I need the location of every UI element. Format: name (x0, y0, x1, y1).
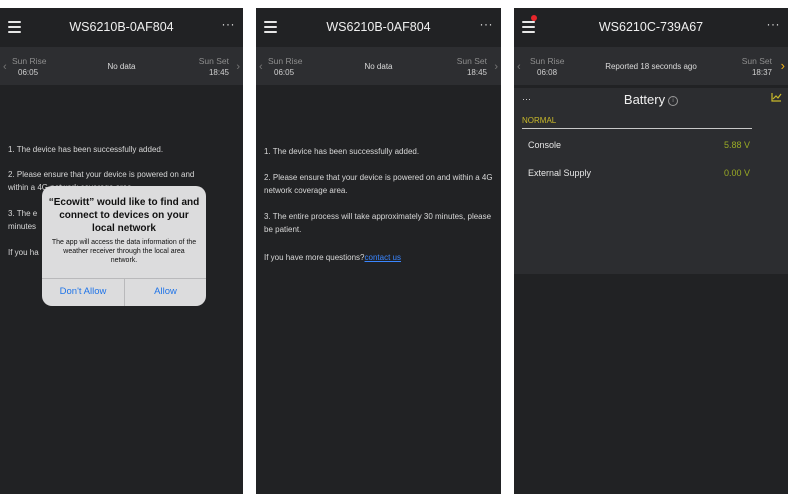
dont-allow-button[interactable]: Don't Allow (42, 279, 124, 306)
battery-row-external-supply: External Supply 0.00 V (528, 168, 768, 178)
message-2: 2. Please ensure that your device is pow… (264, 173, 493, 195)
device-title: WS6210B-0AF804 (326, 20, 431, 34)
battery-row-label: Console (528, 140, 562, 150)
info-icon[interactable]: i (668, 95, 679, 106)
message-1: 1. The device has been successfully adde… (264, 147, 420, 156)
sunset-label: Sun Set (741, 56, 772, 66)
local-network-permission-alert: “Ecowitt” would like to find and connect… (42, 186, 206, 306)
sunset-time: 18:37 (751, 68, 772, 77)
message-4: If you have more questions?contact us (264, 251, 493, 264)
message-2-line-1: 2. Please ensure that your device is pow… (8, 170, 195, 179)
sun-bar: ‹ Sun Rise 06:05 No data Sun Set 18:45 › (0, 47, 243, 85)
sunset-label: Sun Set (456, 56, 487, 66)
top-bar: WS6210B-0AF804 ··· (256, 8, 501, 46)
battery-title-text: Battery (623, 92, 666, 107)
chevron-right-icon[interactable]: › (781, 58, 785, 73)
message-1: 1. The device has been successfully adde… (8, 145, 164, 154)
more-icon[interactable]: ··· (222, 17, 236, 31)
screen-device-added-with-alert: WS6210B-0AF804 ··· ‹ Sun Rise 06:05 No d… (0, 8, 243, 494)
sunset-time: 18:45 (466, 68, 487, 77)
alert-body: The app will access the data information… (51, 239, 197, 264)
sunset-label: Sun Set (198, 56, 229, 66)
chevron-right-icon[interactable]: › (236, 61, 240, 73)
top-bar: WS6210B-0AF804 ··· (0, 8, 243, 46)
sun-bar: ‹ Sun Rise 06:05 No data Sun Set 18:45 › (256, 47, 501, 85)
message-4-text: If you have more questions? (264, 253, 365, 262)
more-icon[interactable]: ··· (480, 17, 494, 31)
allow-button[interactable]: Allow (124, 279, 206, 306)
battery-title: Battery i (514, 92, 788, 107)
battery-row-label: External Supply (528, 168, 592, 178)
device-title: WS6210C-739A67 (598, 20, 704, 34)
battery-panel: ··· Battery i NORMAL Console 5.88 V Exter… (514, 88, 788, 274)
device-title: WS6210B-0AF804 (69, 20, 174, 34)
battery-row-value: 5.88 V (724, 140, 751, 150)
battery-row-value: 0.00 V (724, 168, 751, 178)
screen-battery: WS6210C-739A67 ··· ‹ Sun Rise 06:08 Repo… (514, 8, 788, 494)
sun-bar: ‹ Sun Rise 06:08 Reported 18 seconds ago… (514, 47, 788, 85)
top-bar: WS6210C-739A67 ··· (514, 8, 788, 46)
chevron-right-icon[interactable]: › (494, 61, 498, 73)
battery-status: NORMAL (522, 116, 557, 125)
battery-row-console: Console 5.88 V (528, 140, 768, 150)
divider (522, 128, 752, 129)
message-3: 3. The entire process will take approxim… (264, 212, 492, 234)
screen-device-added: WS6210B-0AF804 ··· ‹ Sun Rise 06:05 No d… (256, 8, 501, 494)
sunset-time: 18:45 (208, 68, 229, 77)
contact-us-link[interactable]: contact us (365, 253, 401, 262)
chart-icon[interactable] (771, 92, 782, 102)
alert-buttons: Don't Allow Allow (42, 278, 206, 306)
alert-title: “Ecowitt” would like to find and connect… (48, 197, 200, 234)
more-icon[interactable]: ··· (767, 17, 781, 31)
